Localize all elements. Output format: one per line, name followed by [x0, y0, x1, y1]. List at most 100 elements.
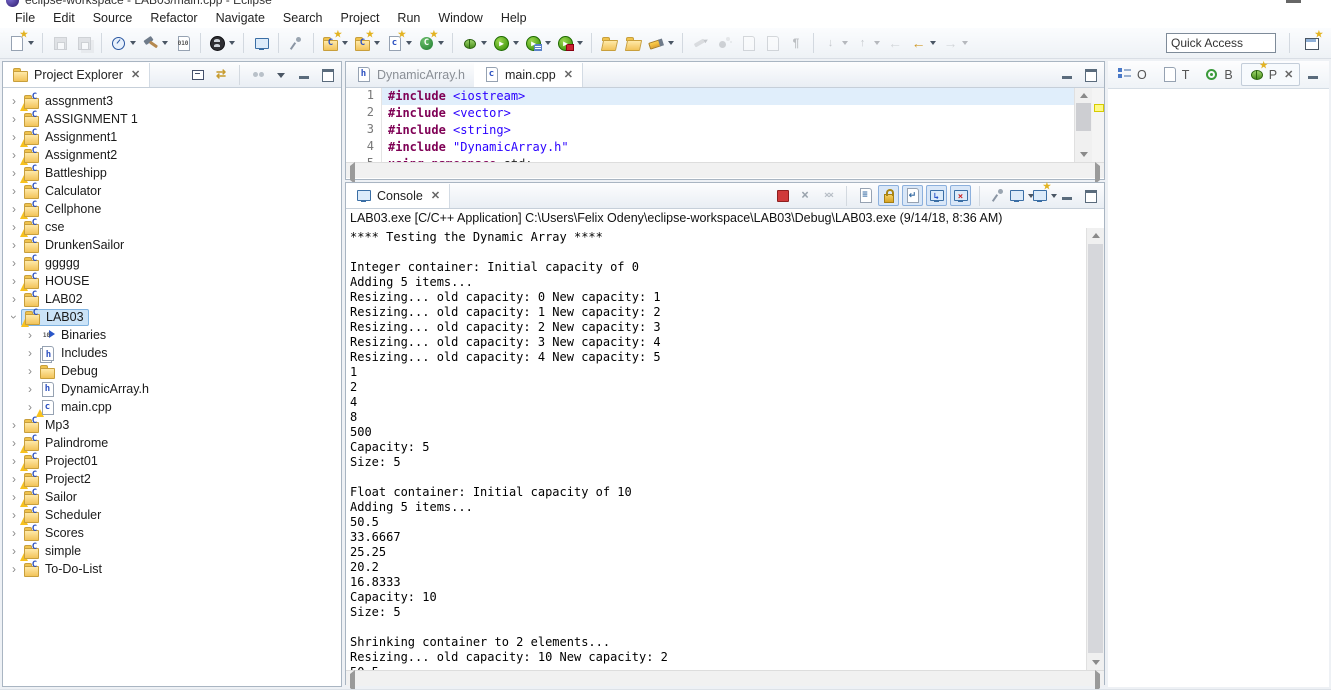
menu-window[interactable]: Window	[429, 9, 491, 28]
menu-project[interactable]: Project	[332, 9, 389, 28]
console-output[interactable]: **** Testing the Dynamic Array **** Inte…	[346, 228, 1086, 670]
chevron-right-icon[interactable]: ›	[23, 328, 37, 342]
menu-refactor[interactable]: Refactor	[141, 9, 206, 28]
menu-search[interactable]: Search	[274, 9, 332, 28]
tree-item-sailor[interactable]: › C Sailor	[3, 488, 341, 507]
chevron-right-icon[interactable]: ›	[7, 418, 21, 432]
editor-tab-main-cpp[interactable]: c main.cpp ✕	[473, 62, 583, 87]
tree-item-mp3[interactable]: › C Mp3	[3, 416, 341, 434]
editor-tab-dynamicarray-h[interactable]: h DynamicArray.h	[346, 63, 474, 87]
chevron-right-icon[interactable]: ›	[7, 562, 21, 576]
tree-item-house[interactable]: › C HOUSE	[3, 272, 341, 291]
tree-item-to-do-list[interactable]: › C To-Do-List	[3, 560, 341, 578]
collapse-all-button[interactable]	[188, 65, 208, 85]
dropdown-icon[interactable]	[342, 41, 348, 45]
maximize-button[interactable]	[1080, 186, 1100, 206]
project-explorer-tab[interactable]: Project Explorer ✕	[3, 62, 151, 87]
scrollbar-thumb[interactable]	[1076, 103, 1091, 131]
scroll-down-icon[interactable]	[1087, 655, 1104, 670]
chevron-right-icon[interactable]: ›	[7, 544, 21, 558]
tree-item-debug[interactable]: › Debug	[3, 362, 341, 380]
scroll-right-icon[interactable]	[1095, 162, 1100, 184]
dropdown-icon[interactable]	[962, 41, 968, 45]
tree-item-project01[interactable]: › C Project01	[3, 452, 341, 471]
tree-item-assignment1[interactable]: › C Assignment1	[3, 128, 341, 147]
clear-console-button[interactable]: ≡	[855, 186, 875, 206]
scroll-left-icon[interactable]	[350, 670, 355, 692]
dropdown-icon[interactable]	[842, 41, 848, 45]
open-perspective-icon[interactable]: ★	[1303, 29, 1323, 52]
tab-problems[interactable]: ★ P ✕	[1240, 61, 1301, 86]
tab-task-list[interactable]: T	[1155, 63, 1196, 86]
editor-minimize-button[interactable]	[1057, 65, 1077, 85]
tree-item-ggggg[interactable]: › Cggggg	[3, 254, 341, 272]
tree-item-dynamicarray-h[interactable]: › h DynamicArray.h	[3, 380, 341, 398]
annotation-marker[interactable]	[1094, 104, 1104, 112]
tree-item-lab02[interactable]: › C LAB02	[3, 290, 341, 308]
new-cpp-project-button[interactable]: C ★	[416, 29, 446, 54]
show-on-stdout-toggle[interactable]: ↳	[926, 185, 947, 206]
new-wizard-button[interactable]: ★	[6, 29, 36, 54]
code-editor[interactable]: 12345 #include <iostream>#include <vecto…	[346, 88, 1104, 162]
scroll-up-icon[interactable]	[1087, 228, 1104, 243]
tree-item-binaries[interactable]: › 10 Binaries	[3, 326, 341, 344]
scrollbar-thumb[interactable]	[1088, 244, 1103, 653]
quick-access-input[interactable]	[1166, 33, 1276, 53]
editor-maximize-button[interactable]	[1080, 65, 1100, 85]
tree-item-main-cpp[interactable]: › c main.cpp	[3, 398, 341, 417]
open-resource-button[interactable]	[622, 32, 644, 54]
tree-item-includes[interactable]: › h Includes	[3, 344, 341, 363]
minimize-button[interactable]	[1057, 186, 1077, 206]
dropdown-icon[interactable]	[545, 41, 551, 45]
chevron-right-icon[interactable]: ›	[7, 454, 21, 468]
menu-file[interactable]: File	[6, 9, 44, 28]
chevron-right-icon[interactable]: ›	[23, 364, 37, 378]
chevron-right-icon[interactable]: ›	[7, 184, 21, 198]
editor-vertical-scrollbar[interactable]	[1074, 88, 1092, 162]
chevron-right-icon[interactable]: ›	[7, 166, 21, 180]
console-horizontal-scrollbar[interactable]	[346, 670, 1104, 692]
tree-item-scores[interactable]: › C Scores	[3, 524, 341, 542]
console-vertical-scrollbar[interactable]	[1086, 228, 1104, 670]
chevron-right-icon[interactable]: ›	[23, 346, 37, 360]
user-profile-button[interactable]	[207, 32, 237, 54]
display-console-button[interactable]	[1010, 186, 1034, 206]
chevron-right-icon[interactable]: ›	[7, 256, 21, 270]
chevron-right-icon[interactable]: ›	[7, 220, 21, 234]
menu-navigate[interactable]: Navigate	[207, 9, 274, 28]
menu-edit[interactable]: Edit	[44, 9, 84, 28]
close-icon[interactable]: ✕	[431, 189, 440, 202]
tree-item-assgnment3[interactable]: › Cassgnment3	[3, 92, 341, 111]
tree-item-scheduler[interactable]: › C Scheduler	[3, 506, 341, 525]
new-source-folder-button[interactable]: C ★	[352, 29, 382, 54]
tree-item-battleshipp[interactable]: › C Battleshipp	[3, 164, 341, 183]
chevron-right-icon[interactable]: ›	[23, 382, 37, 396]
back-button[interactable]: ←	[908, 32, 938, 54]
scroll-left-icon[interactable]	[350, 162, 355, 184]
tree-item-lab03[interactable]: › C LAB03	[3, 308, 341, 327]
scroll-up-icon[interactable]	[1075, 88, 1092, 103]
tree-item-calculator[interactable]: › C Calculator	[3, 182, 341, 200]
tree-item-assignment-1[interactable]: › C ASSIGNMENT 1	[3, 110, 341, 128]
debug-button[interactable]	[459, 32, 489, 54]
chevron-right-icon[interactable]: ›	[7, 112, 21, 126]
remove-all-launches-button[interactable]: ××	[818, 186, 838, 206]
maximize-button[interactable]	[317, 65, 337, 85]
window-minimize-button[interactable]	[1286, 0, 1301, 3]
chevron-right-icon[interactable]: ›	[7, 148, 21, 162]
editor-horizontal-scrollbar[interactable]	[346, 162, 1104, 184]
dropdown-icon[interactable]	[930, 41, 936, 45]
tree-item-palindrome[interactable]: › C Palindrome	[3, 434, 341, 453]
new-class-button[interactable]: C ★	[320, 29, 350, 54]
dropdown-icon[interactable]	[577, 41, 583, 45]
overview-ruler[interactable]	[1092, 88, 1104, 162]
chevron-right-icon[interactable]: ›	[7, 202, 21, 216]
chevron-right-icon[interactable]: ›	[7, 292, 21, 306]
dropdown-icon[interactable]	[28, 41, 34, 45]
right-stack-minimize-button[interactable]	[1303, 65, 1323, 85]
open-console-button[interactable]: ★	[1033, 182, 1057, 206]
pin-button[interactable]	[285, 32, 307, 54]
terminate-button[interactable]	[772, 186, 792, 206]
chevron-right-icon[interactable]: ›	[7, 526, 21, 540]
search-button[interactable]	[646, 32, 676, 54]
